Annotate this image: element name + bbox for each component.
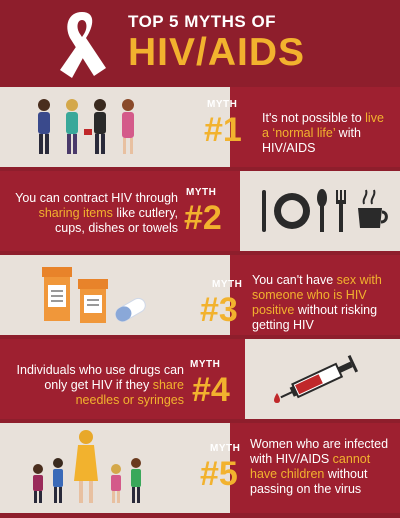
myth-1-label: MYTH — [207, 99, 238, 110]
infographic: TOP 5 MYTHS OF HIV/AIDS MYTH #1 It's not… — [0, 0, 400, 518]
people-group-icon — [30, 97, 150, 159]
myth-4-number: #4 — [192, 371, 230, 409]
myth-2-label: MYTH — [186, 187, 217, 198]
medicine-bottles-icon — [40, 265, 150, 327]
header: TOP 5 MYTHS OF HIV/AIDS — [0, 0, 400, 80]
myth-4-image-panel — [245, 339, 400, 419]
myth-2-text: You can contract HIV through sharing ite… — [15, 191, 178, 235]
myth-1-text: It's not possible to live a ‘normal life… — [262, 111, 384, 155]
tableware-icon — [260, 186, 390, 236]
myth-3-text: You can't have sex with someone who is H… — [252, 273, 382, 332]
myth-5-text: Women who are infected with HIV/AIDS can… — [250, 437, 389, 496]
myth-1-image-panel — [0, 87, 230, 167]
family-icon — [24, 429, 154, 507]
title-top: TOP 5 MYTHS OF — [128, 12, 277, 31]
myth-5-image-panel — [0, 423, 230, 513]
myth-4-text: Individuals who use drugs can only get H… — [16, 363, 184, 407]
myth-4-label: MYTH — [190, 359, 221, 370]
myth-5-number: #5 — [200, 455, 238, 493]
awareness-ribbon-icon — [54, 8, 110, 80]
myth-3-number: #3 — [200, 291, 238, 329]
myth-5-row: MYTH #5 Women who are infected with HIV/… — [0, 423, 400, 513]
myth-5-label: MYTH — [210, 443, 241, 454]
myth-2-row: You can contract HIV through sharing ite… — [0, 171, 400, 251]
myth-2-image-panel — [240, 171, 400, 251]
myth-3-label: MYTH — [212, 279, 243, 290]
myth-1-row: MYTH #1 It's not possible to live a ‘nor… — [0, 87, 400, 167]
myth-1-number: #1 — [204, 111, 242, 149]
syringe-icon — [263, 353, 373, 407]
page-title: HIV/AIDS — [128, 31, 306, 74]
myth-3-row: MYTH #3 You can't have sex with someone … — [0, 255, 400, 335]
myth-2-number: #2 — [184, 199, 222, 237]
myth-4-row: Individuals who use drugs can only get H… — [0, 339, 400, 419]
myth-3-image-panel — [0, 255, 230, 335]
